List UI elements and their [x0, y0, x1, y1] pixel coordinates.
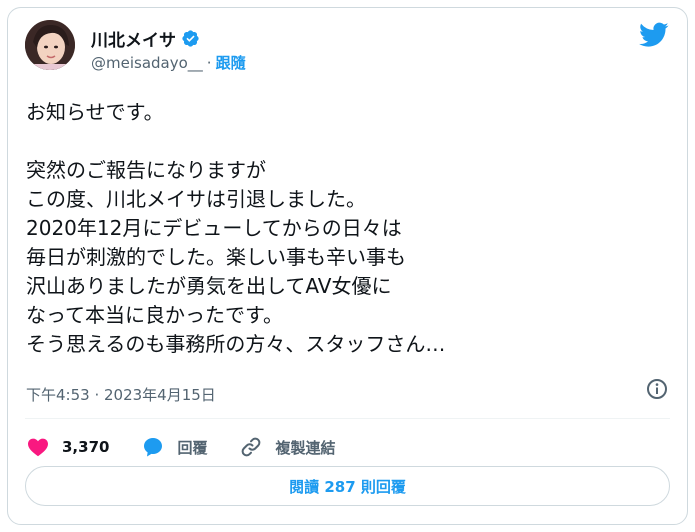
tweet-line: そう思えるのも事務所の方々、スタッフさん… [26, 332, 446, 356]
reply-bubble-icon [144, 438, 163, 457]
reply-label: 回覆 [177, 438, 208, 457]
tweet-timestamp[interactable]: 下午4:53 · 2023年4月15日 [26, 384, 216, 405]
tweet-line: 突然のご報告になりますが [26, 158, 266, 182]
twitter-bird-icon[interactable] [639, 22, 669, 48]
avatar[interactable] [25, 20, 75, 70]
tweet-text: お知らせです。 突然のご報告になりますが この度、川北メイサは引退しました。 2… [26, 98, 666, 359]
avatar-image [25, 20, 75, 70]
tweet-actions: 3,370 回覆 複製連結 [26, 431, 367, 463]
author-name-row[interactable]: 川北メイサ [91, 26, 200, 51]
info-icon[interactable] [645, 377, 669, 401]
verified-badge-icon [182, 30, 199, 47]
read-replies-button[interactable]: 閱讀 287 則回覆 [25, 466, 670, 506]
tweet-line: この度、川北メイサは引退しました。 [26, 187, 366, 211]
divider [25, 418, 670, 419]
tweet-line: 毎日が刺激的でした。楽しい事も辛い事も [26, 245, 406, 269]
link-icon [242, 437, 261, 457]
handle-separator: · [206, 53, 212, 72]
like-button[interactable]: 3,370 [26, 435, 109, 459]
like-count: 3,370 [62, 438, 110, 456]
follow-link[interactable]: 跟隨 [216, 52, 246, 73]
tweet-line: なって本当に良かったです。 [26, 303, 283, 327]
author-display-name[interactable]: 川北メイサ [91, 26, 176, 51]
reply-action[interactable]: 回覆 [141, 435, 207, 459]
author-handle[interactable]: @meisadayo__ [91, 54, 203, 72]
copy-link-label: 複製連結 [275, 438, 336, 457]
copy-link-action[interactable]: 複製連結 [239, 435, 335, 459]
tweet-embed-card: 川北メイサ @meisadayo__ · 跟隨 お知らせです。 突然のご報告にな… [7, 7, 688, 525]
tweet-line: 沢山ありましたが勇気を出してAV女優に [26, 274, 392, 298]
tweet-line: 2020年12月にデビューしてからの日々は [26, 216, 402, 240]
author-handle-row: @meisadayo__ · 跟隨 [91, 52, 246, 73]
tweet-line: お知らせです。 [26, 100, 164, 124]
heart-icon [28, 438, 48, 457]
